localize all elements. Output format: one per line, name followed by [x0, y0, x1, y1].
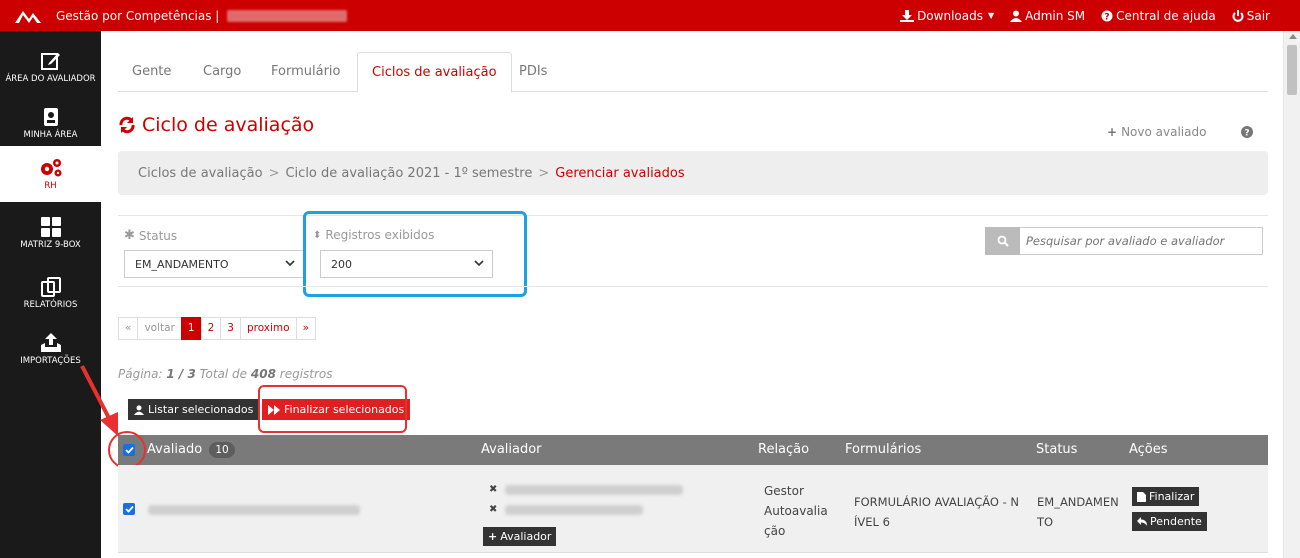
- plus-icon: +: [1107, 125, 1118, 139]
- pager-prev[interactable]: voltar: [137, 317, 182, 340]
- gears-icon: [40, 158, 61, 176]
- column-evaluator: Avaliador: [481, 442, 542, 457]
- sidebar-item-rh[interactable]: RH: [0, 146, 101, 202]
- table-header: Avaliado 10 Avaliador Relação Formulário…: [118, 435, 1268, 465]
- section-tabs: Gente Cargo Formulário Ciclos de avaliaç…: [118, 52, 1268, 93]
- pager-page-3[interactable]: 3: [220, 317, 241, 340]
- pagination: « voltar 1 2 3 proximo »: [118, 317, 317, 340]
- download-icon: [900, 9, 915, 22]
- page-info: Página: 1 / 3 Total de 408 registros: [118, 367, 333, 381]
- user-icon: [134, 404, 144, 415]
- count-badge: 10: [209, 442, 235, 458]
- finalize-button[interactable]: Finalizar: [1132, 487, 1200, 506]
- svg-text:?: ?: [1105, 12, 1110, 22]
- divider: [118, 215, 1268, 216]
- annotation-arrow-icon: [80, 365, 118, 436]
- annotation-highlight-box: [258, 385, 407, 433]
- tab-people[interactable]: Gente: [132, 52, 171, 92]
- evaluator-name-redacted: [505, 485, 683, 495]
- power-icon: [1232, 9, 1244, 22]
- status-label: ✱ Status: [124, 228, 178, 243]
- sidebar: ÁREA DO AVALIADOR MINHA ÁREA RH MATRIZ 9…: [0, 31, 101, 558]
- pager-first[interactable]: «: [118, 317, 139, 340]
- breadcrumb: Ciclos de avaliação > Ciclo de avaliação…: [118, 151, 1268, 195]
- grid-icon: [40, 216, 61, 237]
- user-icon: [1010, 10, 1023, 22]
- search-icon: [997, 235, 1009, 247]
- breadcrumb-manage-evaluated: Gerenciar avaliados: [555, 165, 685, 181]
- breadcrumb-cycles[interactable]: Ciclos de avaliação: [138, 166, 263, 181]
- page-title: Ciclo de avaliação: [118, 114, 314, 136]
- svg-text:?: ?: [1244, 129, 1249, 139]
- app-title: Gestão por Competências |: [56, 8, 220, 23]
- list-selected-button[interactable]: Listar selecionados: [128, 399, 260, 420]
- column-relation: Relação: [758, 442, 810, 457]
- admin-user-menu[interactable]: Admin SM: [1010, 9, 1085, 23]
- asterisk-icon: ✱: [124, 228, 135, 243]
- document-icon: [1137, 491, 1146, 502]
- column-status: Status: [1036, 442, 1078, 457]
- pager-page-1[interactable]: 1: [180, 317, 202, 340]
- row-checkbox[interactable]: [123, 503, 135, 515]
- relation-cell: Gestor Autoavalia ção: [764, 484, 828, 538]
- check-icon: [124, 505, 134, 513]
- logout-link[interactable]: Sair: [1232, 9, 1270, 23]
- pager-next[interactable]: proximo: [239, 317, 297, 340]
- search-input[interactable]: [1020, 227, 1263, 255]
- remove-evaluator-icon[interactable]: ✖: [489, 504, 497, 515]
- search-box: [985, 227, 1263, 255]
- id-card-icon: [43, 107, 58, 126]
- remove-evaluator-icon[interactable]: ✖: [489, 484, 497, 495]
- annotation-circle: [108, 431, 146, 469]
- help-icon[interactable]: ?: [1241, 126, 1253, 142]
- annotation-highlight-box: [303, 211, 527, 297]
- question-circle-icon: ?: [1101, 10, 1113, 22]
- column-forms: Formulários: [845, 442, 922, 457]
- downloads-menu[interactable]: Downloads ▼: [900, 9, 994, 23]
- sidebar-item-9box-matrix[interactable]: MATRIZ 9-BOX: [0, 205, 101, 261]
- sidebar-item-my-area[interactable]: MINHA ÁREA: [0, 95, 101, 151]
- chevron-down-icon: [285, 260, 295, 267]
- tab-position[interactable]: Cargo: [203, 52, 241, 92]
- pending-button[interactable]: Pendente: [1132, 512, 1207, 531]
- app-logo[interactable]: [0, 0, 56, 31]
- form-cell: FORMULÁRIO AVALIAÇÃO - N ÍVEL 6: [854, 495, 1020, 529]
- scroll-up-arrow-icon[interactable]: [1289, 34, 1297, 39]
- sidebar-item-evaluator-area[interactable]: ÁREA DO AVALIADOR: [0, 39, 101, 95]
- pager-last[interactable]: »: [295, 317, 317, 340]
- refresh-icon: [119, 116, 135, 134]
- column-evaluated[interactable]: Avaliado 10: [147, 435, 235, 465]
- page-scrollbar[interactable]: [1283, 31, 1300, 558]
- breadcrumb-cycle-2021[interactable]: Ciclo de avaliação 2021 - 1º semestre: [285, 166, 532, 181]
- scroll-thumb[interactable]: [1287, 45, 1297, 95]
- logo-icon: [15, 10, 41, 23]
- company-name-redacted: [227, 9, 348, 22]
- plus-icon: +: [488, 530, 498, 543]
- edit-icon: [40, 52, 60, 70]
- table-row: ✖ ✖ + Avaliador Gestor Autoavalia ção FO…: [118, 465, 1268, 553]
- new-evaluated-button[interactable]: + Novo avaliado: [1107, 125, 1206, 139]
- divider: [118, 286, 1268, 287]
- help-center-link[interactable]: ? Central de ajuda: [1101, 9, 1216, 23]
- breadcrumb-separator: >: [268, 165, 280, 181]
- tab-form[interactable]: Formulário: [271, 52, 340, 92]
- reply-icon: [1137, 517, 1147, 526]
- status-cell: EM_ANDAMEN TO: [1037, 495, 1119, 529]
- tab-pdis[interactable]: PDIs: [519, 52, 547, 92]
- add-evaluator-button[interactable]: + Avaliador: [483, 527, 557, 546]
- copy-icon: [40, 276, 61, 297]
- breadcrumb-separator: >: [538, 165, 550, 181]
- chevron-down-icon: ▼: [987, 11, 995, 20]
- search-button[interactable]: [985, 227, 1020, 255]
- column-actions: Ações: [1129, 442, 1168, 457]
- status-select[interactable]: EM_ANDAMENTO: [124, 250, 304, 278]
- upload-icon: [40, 332, 61, 352]
- evaluator-name-redacted: [505, 505, 643, 515]
- pager-page-2[interactable]: 2: [200, 317, 222, 340]
- evaluated-name-redacted: [148, 505, 360, 515]
- top-navbar: Gestão por Competências | Downloads ▼ Ad…: [0, 0, 1300, 31]
- sidebar-item-reports[interactable]: RELATÓRIOS: [0, 265, 101, 321]
- tab-evaluation-cycles[interactable]: Ciclos de avaliação: [357, 52, 512, 93]
